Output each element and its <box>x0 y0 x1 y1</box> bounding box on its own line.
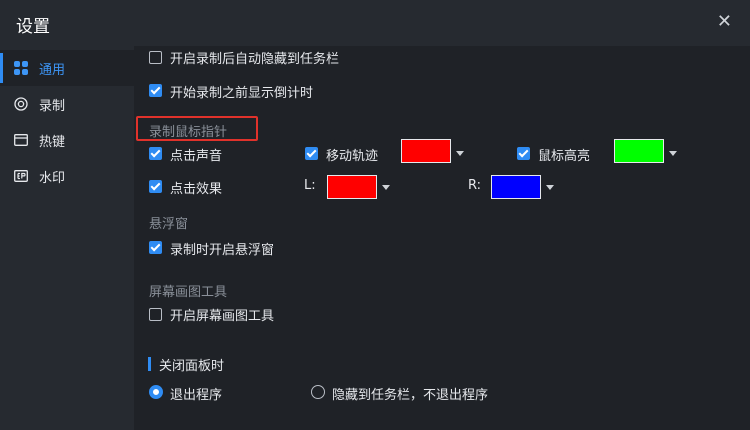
hide-to-taskbar-radio[interactable] <box>311 385 325 399</box>
sidebar-item-record[interactable]: 录制 <box>0 86 134 122</box>
title-bar: 设置 ✕ <box>0 0 750 46</box>
countdown-checkbox[interactable] <box>149 84 162 97</box>
chevron-down-icon[interactable] <box>546 185 554 190</box>
sidebar-item-general[interactable]: 通用 <box>0 50 134 86</box>
sidebar-item-hotkey[interactable]: 热键 <box>0 122 134 158</box>
countdown-label: 开始录制之前显示倒计时 <box>170 86 314 101</box>
click-sound-label: 点击声音 <box>170 149 223 164</box>
sidebar-item-label: 通用 <box>39 63 66 78</box>
window-title: 设置 <box>16 17 50 37</box>
cursor-highlight-checkbox[interactable] <box>517 147 530 160</box>
screen-draw-checkbox[interactable] <box>149 308 162 321</box>
screen-draw-label: 开启屏幕画图工具 <box>170 309 275 324</box>
exit-program-label: 退出程序 <box>170 388 223 403</box>
keyboard-icon <box>14 134 28 146</box>
move-trail-label: 移动轨迹 <box>326 149 379 164</box>
exit-program-radio[interactable] <box>149 385 163 399</box>
left-click-label: L: <box>304 178 316 193</box>
sidebar-item-label: 热键 <box>39 135 66 150</box>
move-trail-checkbox[interactable] <box>305 147 318 160</box>
chevron-down-icon[interactable] <box>382 185 390 190</box>
move-trail-color-swatch[interactable] <box>401 139 451 163</box>
auto-hide-taskbar-label: 开启录制后自动隐藏到任务栏 <box>170 52 340 67</box>
settings-window: 设置 ✕ 通用 录制 热键 水印 开启录制后自动隐藏到任务栏 开始录制之前显示倒… <box>0 0 750 430</box>
sidebar: 通用 录制 热键 水印 <box>0 46 134 430</box>
hide-to-taskbar-label: 隐藏到任务栏，不退出程序 <box>332 388 489 403</box>
cursor-highlight-color-swatch[interactable] <box>614 139 664 163</box>
auto-hide-taskbar-checkbox[interactable] <box>149 51 162 64</box>
cursor-highlight-label: 鼠标高亮 <box>538 149 591 164</box>
chevron-down-icon[interactable] <box>669 151 677 156</box>
floating-window-checkbox[interactable] <box>149 241 162 254</box>
floating-window-label: 录制时开启悬浮窗 <box>170 243 275 258</box>
grid-icon <box>14 61 28 75</box>
click-effect-label: 点击效果 <box>170 182 223 197</box>
close-icon[interactable]: ✕ <box>717 11 732 33</box>
close-panel-heading: 关闭面板时 <box>159 359 225 374</box>
left-click-color-swatch[interactable] <box>327 175 377 199</box>
sidebar-item-label: 录制 <box>39 99 66 114</box>
click-effect-checkbox[interactable] <box>149 180 162 193</box>
right-click-color-swatch[interactable] <box>491 175 541 199</box>
chevron-down-icon[interactable] <box>456 151 464 156</box>
click-sound-checkbox[interactable] <box>149 147 162 160</box>
section-accent-bar <box>148 357 151 371</box>
sidebar-item-label: 水印 <box>39 171 66 186</box>
record-icon <box>14 97 28 111</box>
sidebar-item-watermark[interactable]: 水印 <box>0 158 134 194</box>
right-click-label: R: <box>468 178 482 193</box>
mouse-pointer-heading: 录制鼠标指针 <box>149 125 228 140</box>
floating-window-heading: 悬浮窗 <box>149 217 189 232</box>
watermark-icon <box>14 170 28 182</box>
screen-draw-heading: 屏幕画图工具 <box>149 285 228 300</box>
